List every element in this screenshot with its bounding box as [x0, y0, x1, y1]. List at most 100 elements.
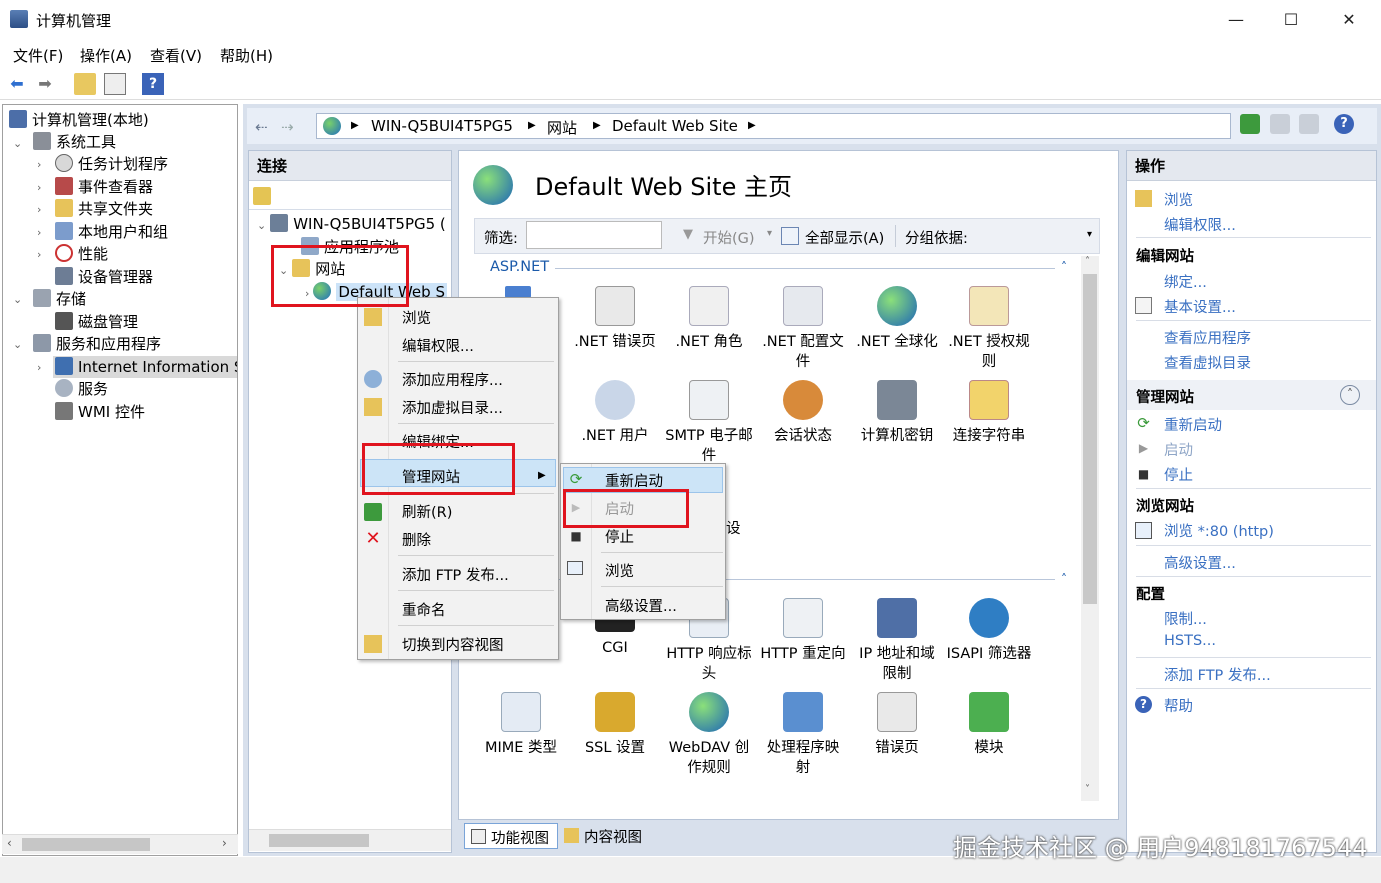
action-hsts[interactable]: HSTS... — [1164, 633, 1216, 649]
feature-ip-restrictions[interactable]: IP 地址和域 限制 — [850, 598, 944, 684]
console-tree-icon[interactable] — [104, 73, 126, 95]
connect-icon[interactable] — [253, 187, 271, 205]
action-start[interactable]: 启动 — [1164, 439, 1193, 460]
tree-performance[interactable]: 性能 — [55, 243, 108, 265]
menu-view[interactable]: 查看(V) — [150, 45, 202, 66]
tree-disk-management[interactable]: 磁盘管理 — [55, 311, 138, 333]
chevron-down-icon[interactable]: ▾ — [1087, 229, 1092, 240]
action-help[interactable]: 帮助 — [1164, 695, 1193, 716]
ctx-browse[interactable]: 浏览 — [402, 307, 431, 328]
action-browse-80[interactable]: 浏览 *:80 (http) — [1164, 520, 1274, 541]
close-button[interactable]: ✕ — [1326, 4, 1372, 36]
ctx-add-vdir[interactable]: 添加虚拟目录... — [402, 397, 503, 418]
stop-icon[interactable] — [1270, 114, 1290, 134]
show-all-button[interactable]: 全部显示(A) — [805, 227, 884, 248]
crumb-server[interactable]: WIN-Q5BUI4T5PG5 — [371, 117, 513, 135]
ctx-rename[interactable]: 重命名 — [402, 599, 446, 620]
features-vertical-scrollbar[interactable]: ˄ ˅ — [1081, 256, 1099, 801]
forward-arrow-icon[interactable]: ➡ — [34, 73, 56, 95]
sub-restart[interactable]: 重新启动 — [605, 470, 663, 491]
action-browse[interactable]: 浏览 — [1164, 189, 1193, 210]
chevron-right-icon[interactable]: › — [37, 203, 49, 216]
ctx-switch-content-view[interactable]: 切换到内容视图 — [402, 634, 504, 655]
action-edit-permissions[interactable]: 编辑权限... — [1164, 214, 1236, 235]
feature-net-users[interactable]: .NET 用户 — [568, 380, 662, 446]
action-add-ftp[interactable]: 添加 FTP 发布... — [1164, 664, 1271, 685]
feature-error-pages[interactable]: 错误页 — [850, 692, 944, 758]
ctx-delete[interactable]: 删除 — [402, 529, 431, 550]
chevron-right-icon[interactable]: › — [37, 361, 49, 374]
action-advanced-settings[interactable]: 高级设置... — [1164, 552, 1236, 573]
tree-services-apps[interactable]: 服务和应用程序 — [33, 333, 161, 355]
scroll-up-icon[interactable]: ˄ — [1085, 256, 1090, 267]
scroll-down-icon[interactable]: ˅ — [1085, 784, 1090, 795]
tree-task-scheduler[interactable]: 任务计划程序 — [55, 153, 168, 175]
ctx-refresh[interactable]: 刷新(R) — [402, 501, 452, 522]
sub-stop[interactable]: 停止 — [605, 526, 634, 547]
action-basic-settings[interactable]: 基本设置... — [1164, 296, 1236, 317]
sub-advanced[interactable]: 高级设置... — [605, 595, 677, 616]
collapse-icon[interactable]: ˄ — [1340, 385, 1360, 405]
filter-input[interactable] — [526, 221, 662, 249]
tree-root[interactable]: 计算机管理(本地) — [9, 109, 149, 131]
breadcrumb[interactable]: ▶ WIN-Q5BUI4T5PG5 ▶ 网站 ▶ Default Web Sit… — [316, 113, 1231, 139]
chevron-right-icon[interactable]: › — [37, 181, 49, 194]
tree-shared-folders[interactable]: 共享文件夹 — [55, 198, 153, 220]
action-stop[interactable]: 停止 — [1164, 464, 1193, 485]
expand-chevron-icon[interactable]: ⌄ — [13, 293, 25, 306]
action-restart[interactable]: 重新启动 — [1164, 414, 1222, 435]
feature-modules[interactable]: 模块 — [942, 692, 1036, 758]
action-limits[interactable]: 限制... — [1164, 608, 1207, 629]
sub-browse[interactable]: 浏览 — [605, 560, 634, 581]
feature-net-roles[interactable]: .NET 角色 — [662, 286, 756, 352]
feature-handler-mappings[interactable]: 处理程序映 射 — [756, 692, 850, 778]
crumb-sites[interactable]: 网站 — [547, 117, 577, 138]
refresh-icon[interactable] — [1240, 114, 1260, 134]
expand-chevron-icon[interactable]: ⌄ — [13, 137, 25, 150]
ctx-add-application[interactable]: 添加应用程序... — [402, 369, 503, 390]
feature-webdav[interactable]: WebDAV 创 作规则 — [662, 692, 756, 778]
home-icon[interactable] — [1299, 114, 1319, 134]
forward-arrow-icon[interactable]: ⇢ — [281, 118, 294, 136]
feature-mime-types[interactable]: MIME 类型 — [474, 692, 568, 758]
menu-action[interactable]: 操作(A) — [80, 45, 132, 66]
feature-net-error-pages[interactable]: .NET 错误页 — [568, 286, 662, 352]
conn-server[interactable]: ⌄ WIN-Q5BUI4T5PG5 ( — [257, 213, 446, 235]
start-button[interactable]: 开始(G) — [703, 227, 755, 248]
tree-local-users[interactable]: 本地用户和组 — [55, 221, 168, 243]
chevron-right-icon[interactable]: › — [37, 248, 49, 261]
minimize-button[interactable]: — — [1213, 4, 1259, 36]
help-icon[interactable]: ? — [1334, 114, 1354, 134]
ctx-edit-permissions[interactable]: 编辑权限... — [402, 335, 474, 356]
ctx-add-ftp[interactable]: 添加 FTP 发布... — [402, 564, 509, 585]
feature-session-state[interactable]: 会话状态 — [756, 380, 850, 446]
scroll-left-icon[interactable]: ‹ — [7, 836, 12, 850]
feature-http-redirect[interactable]: HTTP 重定向 — [756, 598, 850, 664]
feature-smtp[interactable]: SMTP 电子邮 件 — [662, 380, 756, 466]
tab-content-view[interactable]: 内容视图 — [562, 823, 652, 849]
maximize-button[interactable]: ☐ — [1268, 4, 1314, 36]
collapse-chevron-icon[interactable]: ˄ — [1061, 260, 1067, 274]
scroll-thumb[interactable] — [1083, 274, 1097, 604]
up-folder-icon[interactable] — [74, 73, 96, 95]
tree-system-tools[interactable]: 系统工具 — [33, 131, 116, 153]
scroll-thumb[interactable] — [269, 834, 369, 847]
feature-net-profile[interactable]: .NET 配置文 件 — [756, 286, 850, 372]
chevron-down-icon[interactable]: ▾ — [767, 228, 772, 239]
tab-features-view[interactable]: 功能视图 — [464, 823, 558, 849]
tree-wmi[interactable]: WMI 控件 — [55, 401, 145, 423]
tree-device-manager[interactable]: 设备管理器 — [55, 266, 153, 288]
back-arrow-icon[interactable]: ⇠ — [255, 118, 268, 136]
scroll-right-icon[interactable]: › — [222, 836, 227, 850]
tree-horizontal-scrollbar[interactable]: ‹ › — [2, 834, 238, 854]
tree-iis[interactable]: Internet Information Se — [53, 356, 237, 378]
collapse-chevron-icon[interactable]: ˄ — [1061, 572, 1067, 586]
feature-connection-strings[interactable]: 连接字符串 — [942, 380, 1036, 446]
action-bindings[interactable]: 绑定... — [1164, 271, 1207, 292]
feature-ssl[interactable]: SSL 设置 — [568, 692, 662, 758]
crumb-site[interactable]: Default Web Site — [612, 117, 738, 135]
tree-services[interactable]: 服务 — [55, 378, 108, 400]
tree-event-viewer[interactable]: 事件查看器 — [55, 176, 153, 198]
conn-horizontal-scrollbar[interactable] — [249, 829, 451, 851]
scroll-thumb[interactable] — [22, 838, 150, 851]
